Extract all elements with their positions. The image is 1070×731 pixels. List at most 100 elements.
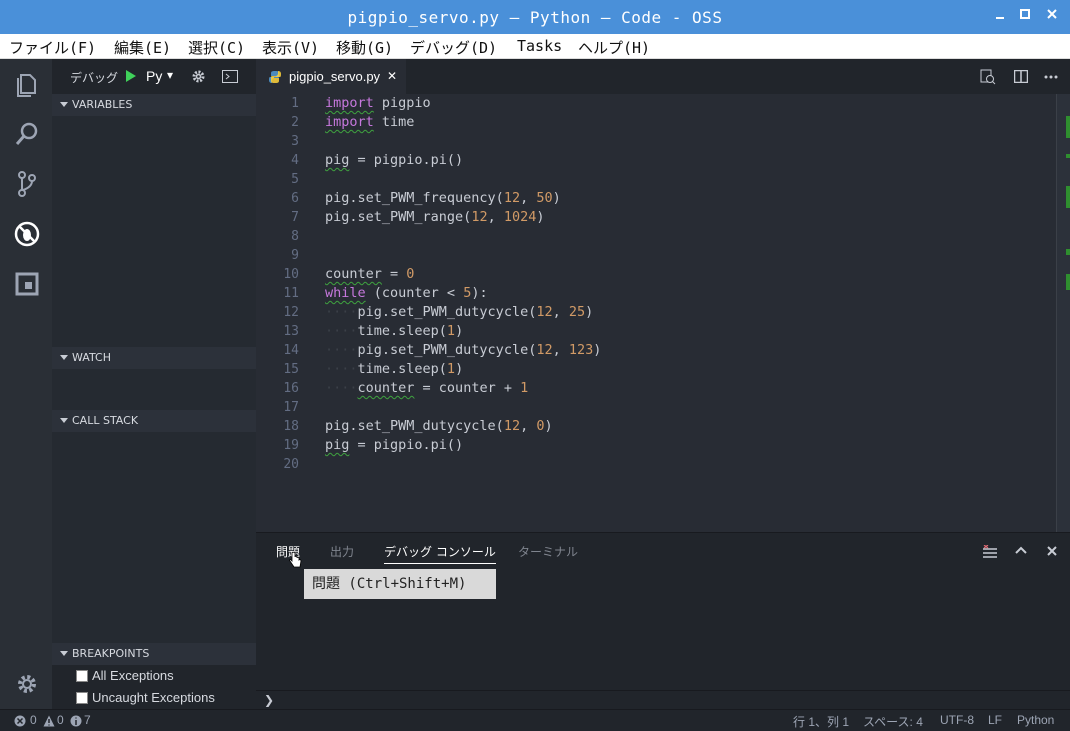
breakpoints-title: BREAKPOINTS [72,647,150,660]
checkbox[interactable] [76,670,88,682]
gear-icon[interactable] [191,69,206,84]
language-mode[interactable]: Python [1017,713,1054,727]
watch-body [52,369,256,410]
close-window-button[interactable] [1042,6,1062,28]
tab-terminal[interactable]: ターミナル [518,543,578,560]
warning-count[interactable]: 0 [57,713,64,727]
error-icon[interactable] [14,715,26,727]
tab-pigpio-servo[interactable]: pigpio_servo.py ✕ [256,59,406,94]
debug-console-input[interactable]: ❯ [256,690,1070,710]
breakpoints-body: All Exceptions Uncaught Exceptions [52,665,256,709]
menu-help[interactable]: ヘルプ(H) [578,37,650,58]
debug-config-select[interactable]: Py [146,68,162,84]
maximize-button[interactable] [1015,6,1035,28]
line-number: 9 [291,248,299,263]
menu-file[interactable]: ファイル(F) [9,37,96,58]
python-file-icon [269,71,281,83]
debug-toolbar: デバッグ Py ▾ [52,59,256,94]
minimize-button[interactable] [990,6,1010,28]
tab-debug-console[interactable]: デバッグ コンソール [384,543,496,564]
menu-edit[interactable]: 編集(E) [114,37,171,58]
debug-label: デバッグ [70,71,119,85]
line-number: 14 [283,343,299,358]
breakpoint-all-exceptions[interactable]: All Exceptions [76,668,174,683]
code-line-13: ····time.sleep(1) [325,323,464,339]
split-editor-icon[interactable] [1014,70,1028,83]
source-control-icon[interactable] [12,169,42,199]
code-line-6: pig.set_PWM_frequency(12, 50) [325,190,561,206]
start-debug-icon[interactable] [126,70,136,82]
breakpoints-section-header[interactable]: BREAKPOINTS [52,643,256,665]
explorer-icon[interactable] [12,69,42,99]
checkbox[interactable] [76,692,88,704]
callstack-section-header[interactable]: CALL STACK [52,410,256,432]
line-number: 3 [291,134,299,149]
error-count[interactable]: 0 [30,713,37,727]
chevron-down-icon[interactable]: ▾ [167,68,173,82]
line-number: 13 [283,324,299,339]
menu-view[interactable]: 表示(V) [262,37,319,58]
tab-output[interactable]: 出力 [330,543,354,560]
more-actions-icon[interactable] [1044,75,1058,79]
open-changes-icon[interactable] [980,69,996,85]
menu-selection[interactable]: 選択(C) [188,37,245,58]
collapse-icon [60,355,68,360]
mouse-cursor-icon [289,552,302,568]
watch-title: WATCH [72,351,111,364]
line-number: 10 [283,267,299,282]
change-marker [1066,116,1070,138]
console-prompt-icon: ❯ [264,693,275,707]
code-line-19: pig = pigpio.pi() [325,437,464,453]
encoding[interactable]: UTF-8 [940,713,974,727]
info-icon[interactable] [70,715,82,727]
cursor-position[interactable]: 行 1、列 1 [793,713,849,730]
debug-icon[interactable] [12,219,42,249]
collapse-icon [60,418,68,423]
line-number: 20 [283,457,299,472]
warning-icon[interactable] [43,715,55,727]
line-number: 19 [283,438,299,453]
change-marker [1066,274,1070,290]
tab-filename: pigpio_servo.py [289,69,381,84]
window-title: pigpio_servo.py — Python — Code - OSS [347,8,723,27]
menu-debug[interactable]: デバッグ(D) [410,37,497,58]
clear-console-icon[interactable] [983,545,997,559]
debug-sidebar: デバッグ Py ▾ VARIABLES WATCH CALL STACK BRE… [52,59,256,709]
maximize-panel-icon[interactable] [1015,546,1027,554]
code-line-18: pig.set_PWM_dutycycle(12, 0) [325,418,553,434]
editor-scrollbar[interactable] [1056,94,1070,532]
change-marker [1066,154,1070,158]
close-icon [1047,9,1057,19]
status-bar: 0 0 7 行 1、列 1 スペース: 4 UTF-8 LF Python [0,709,1070,731]
breakpoint-uncaught-exceptions[interactable]: Uncaught Exceptions [76,690,215,705]
variables-body [52,116,256,347]
code-line-7: pig.set_PWM_range(12, 1024) [325,209,545,225]
variables-section-header[interactable]: VARIABLES [52,94,256,116]
indentation[interactable]: スペース: 4 [863,713,923,730]
maximize-icon [1020,9,1030,19]
extensions-icon[interactable] [12,269,42,299]
code-editor[interactable]: 1 2 3 4 5 6 7 8 9 10 11 12 13 14 15 16 1… [256,94,1070,532]
line-number: 17 [283,400,299,415]
menu-go[interactable]: 移動(G) [336,37,393,58]
info-count[interactable]: 7 [84,713,91,727]
line-number: 7 [291,210,299,225]
code-line-12: ····pig.set_PWM_dutycycle(12, 25) [325,304,594,320]
code-line-14: ····pig.set_PWM_dutycycle(12, 123) [325,342,602,358]
menu-bar: ファイル(F) 編集(E) 選択(C) 表示(V) 移動(G) デバッグ(D) … [0,34,1070,59]
debug-console-icon[interactable] [222,70,238,83]
code-line-11: while (counter < 5): [325,285,488,301]
tab-close-icon[interactable]: ✕ [387,69,397,83]
end-of-line[interactable]: LF [988,713,1002,727]
search-icon[interactable] [12,119,42,149]
settings-gear-icon[interactable] [12,669,42,699]
code-line-16: ····counter = counter + 1 [325,380,529,396]
callstack-title: CALL STACK [72,414,139,427]
menu-tasks[interactable]: Tasks [517,37,562,55]
line-number: 16 [283,381,299,396]
code-line-1: import pigpio [325,95,431,111]
watch-section-header[interactable]: WATCH [52,347,256,369]
close-panel-icon[interactable] [1047,546,1057,556]
code-line-10: counter = 0 [325,266,415,282]
line-number-gutter: 1 2 3 4 5 6 7 8 9 10 11 12 13 14 15 16 1… [256,94,316,532]
